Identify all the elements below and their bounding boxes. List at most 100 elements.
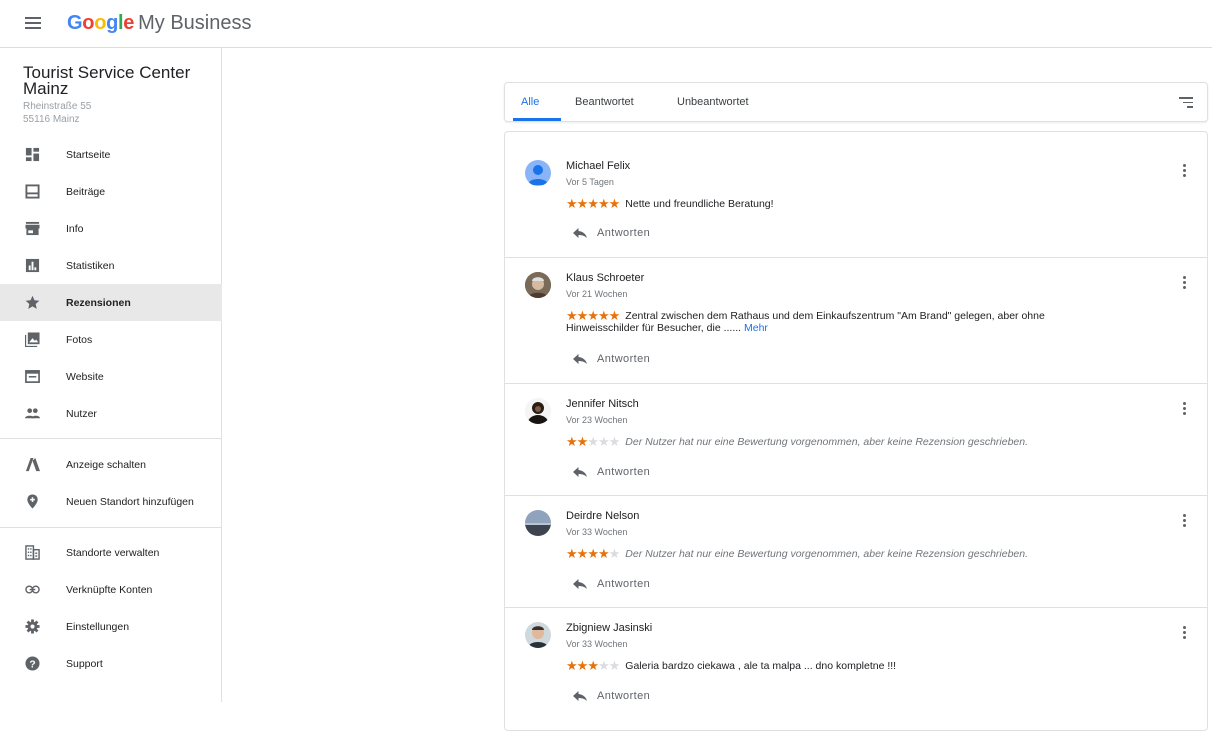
sidebar-item-startseite[interactable]: Startseite — [0, 136, 222, 173]
avatar — [525, 510, 551, 536]
reviewer-name[interactable]: Zbigniew Jasinski — [566, 622, 652, 634]
svg-text:?: ? — [29, 659, 35, 670]
sidebar-item-beitraege[interactable]: Beiträge — [0, 173, 222, 210]
address-city: 55116 Mainz — [23, 114, 80, 125]
sidebar-item-fotos[interactable]: Fotos — [0, 321, 222, 358]
review-text: Galeria bardzo ciekawa , ale ta malpa ..… — [625, 660, 897, 672]
more-options-icon[interactable] — [1181, 276, 1187, 292]
sidebar: Tourist Service Center Mainz Rheinstraße… — [0, 48, 222, 702]
star-filled-icon: ★ — [587, 546, 599, 561]
star-filled-icon: ★ — [576, 308, 589, 323]
tab-alle[interactable]: Alle — [521, 83, 539, 121]
reply-button[interactable]: Antworten — [573, 466, 650, 478]
active-tab-indicator — [513, 118, 561, 121]
sidebar-item-rezensionen[interactable]: Rezensionen — [0, 284, 222, 321]
review-content: ★★★★★ Galeria bardzo ciekawa , ale ta mal… — [566, 658, 897, 673]
sidebar-item-anzeige-schalten[interactable]: Anzeige schalten — [0, 446, 222, 483]
reply-button[interactable]: Antworten — [573, 578, 650, 590]
star-filled-icon: ★ — [587, 658, 599, 673]
sidebar-item-label: Standorte verwalten — [66, 546, 160, 559]
avatar — [525, 398, 551, 424]
star-filled-icon: ★ — [566, 196, 578, 211]
star-filled-icon: ★ — [597, 196, 610, 211]
business-address: Rheinstraße 55 55116 Mainz — [23, 100, 91, 126]
sidebar-item-label: Website — [66, 370, 104, 383]
reply-icon — [573, 691, 587, 701]
sidebar-item-standorte-verwalten[interactable]: Standorte verwalten — [0, 534, 222, 571]
reply-label: Antworten — [597, 227, 651, 239]
review-content: ★★★★★ Nette und freundliche Beratung! — [566, 196, 774, 211]
review-text: Zentral zwischen dem Rathaus und dem Ein… — [625, 310, 1045, 322]
avatar — [525, 622, 551, 648]
star-filled-icon: ★ — [608, 196, 621, 211]
review-text: Der Nutzer hat nur eine Bewertung vorgen… — [625, 436, 1029, 448]
star-filled-icon: ★ — [566, 308, 578, 323]
more-link[interactable]: Mehr — [744, 322, 768, 334]
sidebar-item-nutzer[interactable]: Nutzer — [0, 395, 222, 432]
more-options-icon[interactable] — [1181, 164, 1187, 180]
users-icon — [25, 408, 40, 419]
sort-icon[interactable] — [1179, 97, 1193, 109]
more-options-icon[interactable] — [1181, 626, 1187, 642]
review-filter-tabs: Alle Beantwortet Unbeantwortet — [504, 82, 1208, 122]
sidebar-item-label: Startseite — [66, 148, 111, 161]
sidebar-item-neuen-standort[interactable]: Neuen Standort hinzufügen — [0, 483, 222, 520]
sidebar-item-website[interactable]: Website — [0, 358, 222, 395]
gear-icon — [25, 619, 40, 634]
star-empty-icon: ★ — [608, 434, 621, 449]
sidebar-item-label: Neuen Standort hinzufügen — [66, 495, 194, 508]
business-name: Tourist Service Center Mainz — [23, 63, 191, 98]
more-options-icon[interactable] — [1181, 514, 1187, 530]
reply-button[interactable]: Antworten — [573, 353, 650, 365]
sidebar-item-einstellungen[interactable]: Einstellungen — [0, 608, 222, 645]
review-text: Nette und freundliche Beratung! — [625, 198, 774, 210]
more-options-icon[interactable] — [1181, 402, 1187, 418]
star-icon — [25, 295, 40, 309]
sidebar-item-label: Fotos — [66, 333, 93, 346]
sidebar-item-verknuepfte-konten[interactable]: Verknüpfte Konten — [0, 571, 222, 608]
sidebar-item-label: Einstellungen — [66, 620, 130, 633]
review-text-cont: Hinweisschilder für Besucher, die ...... — [566, 322, 742, 334]
reviews-list: Michael Felix Vor 5 Tagen ★★★★★ Nette und… — [504, 131, 1208, 731]
photos-icon — [25, 332, 40, 347]
reviewer-name[interactable]: Deirdre Nelson — [566, 510, 639, 522]
sidebar-divider — [0, 527, 222, 528]
reply-button[interactable]: Antworten — [573, 690, 650, 702]
star-empty-icon: ★ — [608, 546, 621, 561]
review-time: Vor 33 Wochen — [566, 527, 628, 537]
star-filled-icon: ★ — [587, 308, 599, 323]
avatar — [525, 272, 551, 298]
review-card: Michael Felix Vor 5 Tagen ★★★★★ Nette und… — [505, 132, 1207, 258]
posts-icon — [25, 184, 40, 199]
sidebar-item-label: Anzeige schalten — [66, 458, 146, 471]
review-card: Klaus Schroeter Vor 21 Wochen ★★★★★ Zentr… — [505, 258, 1207, 384]
review-content: ★★★★★ Zentral zwischen dem Rathaus und de… — [566, 308, 1045, 323]
sidebar-item-info[interactable]: Info — [0, 210, 222, 247]
hamburger-menu-icon[interactable] — [25, 14, 41, 32]
review-time: Vor 21 Wochen — [566, 289, 628, 299]
reply-icon — [573, 579, 587, 589]
tab-unbeantwortet[interactable]: Unbeantwortet — [677, 83, 749, 121]
sidebar-item-label: Info — [66, 222, 84, 235]
reply-label: Antworten — [597, 353, 651, 365]
tab-beantwortet[interactable]: Beantwortet — [575, 83, 634, 121]
reviewer-name[interactable]: Klaus Schroeter — [566, 272, 644, 284]
sidebar-item-support[interactable]: ? Support — [0, 645, 222, 682]
review-content: ★★★★★ Der Nutzer hat nur eine Bewertung v… — [566, 434, 1029, 449]
reviewer-name[interactable]: Jennifer Nitsch — [566, 398, 639, 410]
reply-icon — [573, 228, 587, 238]
star-filled-icon: ★ — [597, 546, 610, 561]
insights-icon — [25, 258, 40, 273]
link-icon — [25, 585, 40, 594]
add-location-icon — [27, 494, 38, 509]
reviewer-name[interactable]: Michael Felix — [566, 160, 630, 172]
sidebar-divider — [0, 438, 222, 439]
star-empty-icon: ★ — [587, 434, 599, 449]
google-my-business-logo[interactable]: Google My Business — [67, 11, 252, 35]
sidebar-item-label: Statistiken — [66, 259, 115, 272]
buildings-icon — [25, 545, 40, 560]
sidebar-item-statistiken[interactable]: Statistiken — [0, 247, 222, 284]
reply-button[interactable]: Antworten — [573, 227, 650, 239]
star-rating: ★★★★★ — [566, 196, 621, 211]
review-content: ★★★★★ Der Nutzer hat nur eine Bewertung v… — [566, 546, 1028, 561]
